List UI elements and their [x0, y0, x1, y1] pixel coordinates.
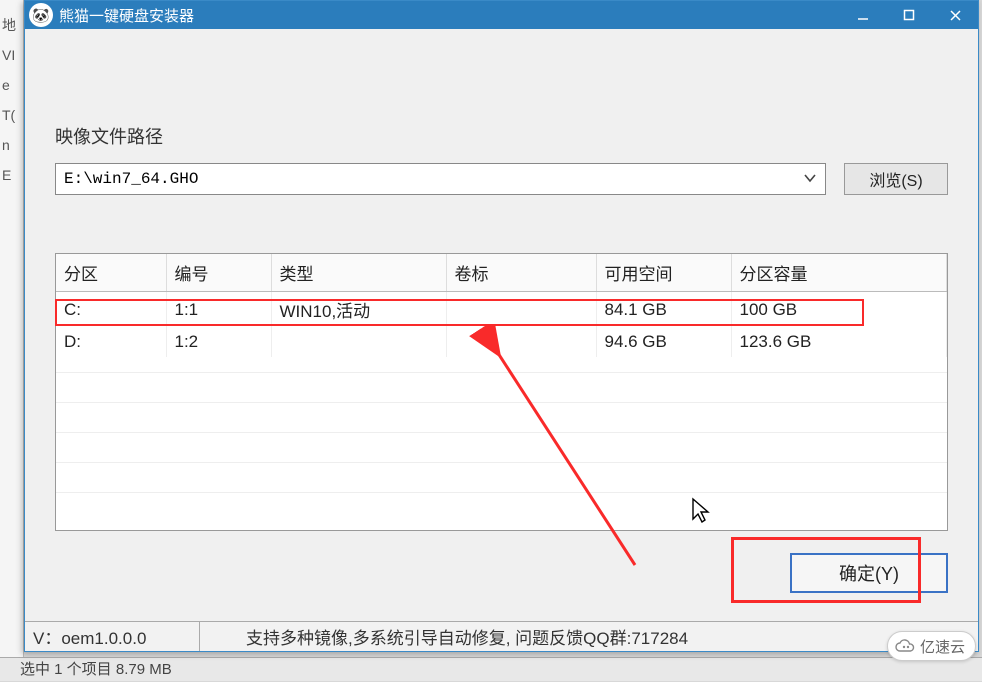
table-header-row: 分区 编号 类型 卷标 可用空间 分区容量 [56, 254, 947, 292]
statusbar: V：oem1.0.0.0 支持多种镜像,多系统引导自动修复, 问题反馈QQ群:7… [25, 621, 978, 651]
image-path-value: E:\win7_64.GHO [64, 170, 198, 188]
window-title: 熊猫一键硬盘安装器 [59, 5, 840, 26]
ok-button[interactable]: 确定(Y) [790, 553, 948, 593]
version-label: V：oem1.0.0.0 [25, 622, 200, 651]
table-row[interactable]: D: 1:2 94.6 GB 123.6 GB [56, 327, 947, 357]
status-message: 支持多种镜像,多系统引导自动修复, 问题反馈QQ群:717284 [200, 622, 978, 651]
col-partition[interactable]: 分区 [56, 254, 166, 292]
partition-table: 分区 编号 类型 卷标 可用空间 分区容量 C: 1:1 WIN10,活动 8 [55, 253, 948, 531]
background-statusbar: 选中 1 个项目 8.79 MB [0, 657, 982, 681]
col-number[interactable]: 编号 [166, 254, 271, 292]
maximize-button[interactable] [886, 1, 932, 29]
col-type[interactable]: 类型 [271, 254, 446, 292]
minimize-button[interactable] [840, 1, 886, 29]
watermark-text: 亿速云 [920, 636, 965, 657]
chevron-down-icon[interactable] [803, 172, 817, 187]
col-volume[interactable]: 卷标 [446, 254, 596, 292]
cloud-icon [894, 638, 916, 654]
app-icon: 🐼 [29, 3, 53, 27]
window-body: 映像文件路径 E:\win7_64.GHO 浏览(S) [25, 29, 978, 651]
close-button[interactable] [932, 1, 978, 29]
image-path-combo[interactable]: E:\win7_64.GHO [55, 163, 826, 195]
table-row[interactable]: C: 1:1 WIN10,活动 84.1 GB 100 GB [56, 292, 947, 328]
browse-button[interactable]: 浏览(S) [844, 163, 948, 195]
watermark-badge: 亿速云 [887, 631, 976, 661]
installer-window: 🐼 熊猫一键硬盘安装器 映像文件路径 E:\win7_64.GHO 浏览(S) [24, 0, 979, 652]
titlebar: 🐼 熊猫一键硬盘安装器 [25, 1, 978, 29]
image-path-label: 映像文件路径 [55, 123, 948, 149]
background-panel: 地VIeT(nE [0, 0, 24, 681]
col-free[interactable]: 可用空间 [596, 254, 731, 292]
col-capacity[interactable]: 分区容量 [731, 254, 947, 292]
